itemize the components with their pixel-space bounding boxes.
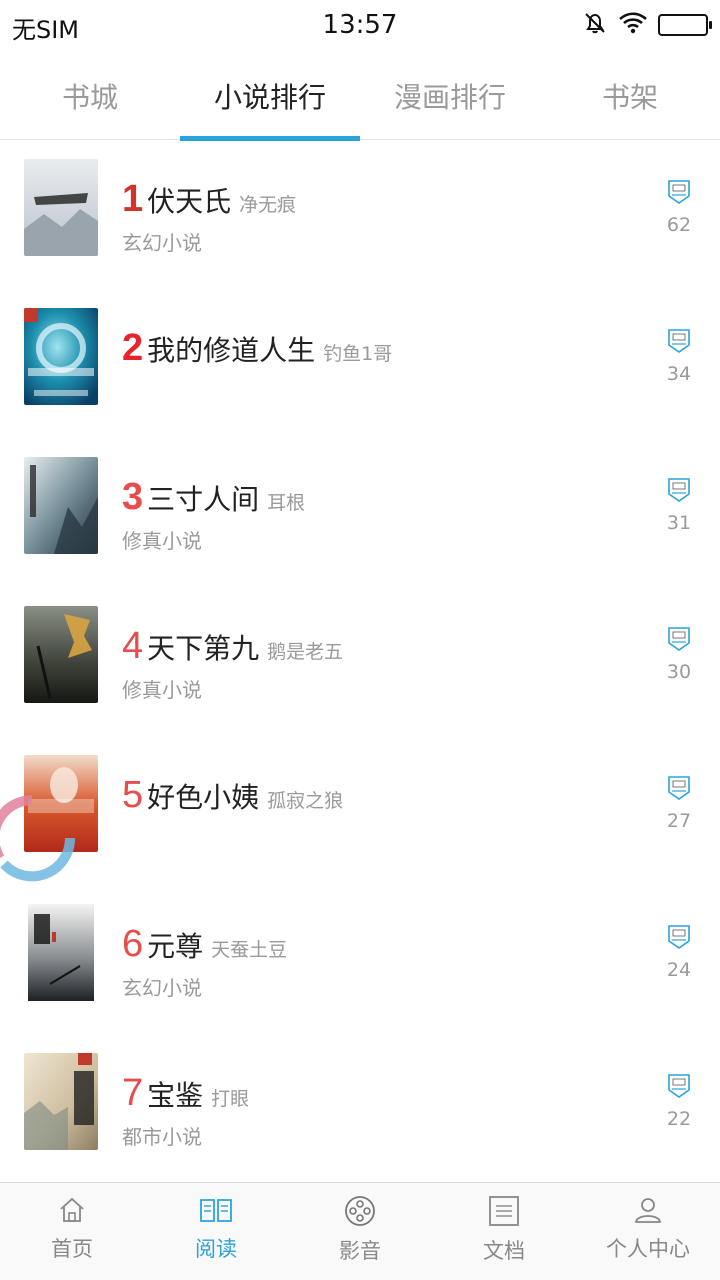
nav-profile[interactable]: 个人中心 bbox=[576, 1183, 720, 1280]
list-item[interactable]: 6 元尊 天蚕土豆 玄幻小说 24 bbox=[0, 885, 720, 1034]
rank-number: 5 bbox=[122, 774, 144, 816]
battery-icon bbox=[658, 14, 712, 36]
floating-ring-button[interactable] bbox=[0, 788, 82, 888]
rank-number: 2 bbox=[122, 327, 144, 369]
book-cover bbox=[24, 159, 98, 256]
ticket-icon bbox=[668, 627, 690, 655]
book-cover bbox=[24, 904, 98, 1001]
user-icon bbox=[633, 1195, 663, 1229]
book-genre: 都市小说 bbox=[122, 1125, 202, 1149]
book-title: 我的修道人生 bbox=[147, 334, 316, 367]
book-cover bbox=[24, 606, 98, 703]
vote-count: 31 bbox=[666, 512, 692, 534]
ticket-icon bbox=[668, 478, 690, 506]
tab-bookstore[interactable]: 书城 bbox=[0, 52, 180, 140]
vote-block[interactable]: 22 bbox=[664, 1074, 694, 1130]
list-item[interactable]: 7 宝鉴 打眼 都市小说 22 bbox=[0, 1034, 720, 1182]
nav-reading[interactable]: 阅读 bbox=[144, 1183, 288, 1280]
nav-label: 阅读 bbox=[195, 1237, 237, 1261]
vote-count: 27 bbox=[666, 810, 692, 832]
status-bar: 无SIM 13:57 bbox=[0, 0, 720, 52]
tab-label: 书城 bbox=[61, 81, 118, 114]
title-line: 5 好色小姨 孤寂之狼 bbox=[122, 774, 343, 817]
tab-novel-ranking[interactable]: 小说排行 bbox=[180, 52, 360, 141]
book-author: 鹅是老五 bbox=[267, 641, 344, 663]
nav-label: 个人中心 bbox=[606, 1237, 690, 1261]
vote-count: 24 bbox=[666, 959, 692, 981]
vote-block[interactable]: 34 bbox=[664, 329, 694, 385]
book-genre: 修真小说 bbox=[122, 529, 202, 553]
ticket-icon bbox=[668, 776, 690, 804]
vote-block[interactable]: 30 bbox=[664, 627, 694, 683]
book-cover bbox=[24, 457, 98, 554]
rank-number: 7 bbox=[122, 1072, 144, 1114]
book-title: 宝鉴 bbox=[147, 1079, 204, 1112]
nav-media[interactable]: 影音 bbox=[288, 1183, 432, 1280]
vote-count: 34 bbox=[666, 363, 692, 385]
vote-count: 30 bbox=[666, 661, 692, 683]
list-item[interactable]: 3 三寸人间 耳根 修真小说 31 bbox=[0, 438, 720, 587]
book-title: 元尊 bbox=[147, 930, 204, 963]
top-tabs: 书城 小说排行 漫画排行 书架 bbox=[0, 52, 720, 141]
list-item[interactable]: 4 天下第九 鹅是老五 修真小说 30 bbox=[0, 587, 720, 736]
wifi-icon bbox=[618, 11, 648, 39]
rank-number: 6 bbox=[122, 923, 144, 965]
tab-label: 漫画排行 bbox=[393, 81, 506, 114]
bottom-nav: 首页 阅读 影音 文档 个人中心 bbox=[0, 1182, 720, 1280]
tab-comic-ranking[interactable]: 漫画排行 bbox=[360, 52, 540, 140]
list-item[interactable]: 2 我的修道人生 钓鱼1哥 34 bbox=[0, 289, 720, 438]
nav-label: 文档 bbox=[483, 1239, 525, 1263]
vote-block[interactable]: 62 bbox=[664, 180, 694, 236]
book-cover bbox=[24, 1053, 98, 1150]
title-line: 4 天下第九 鹅是老五 bbox=[122, 625, 343, 668]
book-cover bbox=[24, 308, 98, 405]
title-line: 7 宝鉴 打眼 bbox=[122, 1072, 249, 1115]
film-reel-icon bbox=[344, 1195, 376, 1231]
title-line: 3 三寸人间 耳根 bbox=[122, 476, 305, 519]
book-title: 天下第九 bbox=[147, 632, 260, 665]
tab-label: 小说排行 bbox=[213, 81, 326, 114]
book-author: 打眼 bbox=[211, 1088, 250, 1110]
rank-number: 4 bbox=[122, 625, 144, 667]
book-genre: 修真小说 bbox=[122, 678, 202, 702]
vote-count: 62 bbox=[666, 214, 692, 236]
book-title: 伏天氏 bbox=[147, 185, 232, 218]
book-author: 净无痕 bbox=[239, 194, 297, 216]
nav-label: 首页 bbox=[51, 1237, 93, 1261]
book-author: 钓鱼1哥 bbox=[323, 343, 393, 365]
vote-block[interactable]: 31 bbox=[664, 478, 694, 534]
nav-documents[interactable]: 文档 bbox=[432, 1183, 576, 1280]
ticket-icon bbox=[668, 329, 690, 357]
nav-home[interactable]: 首页 bbox=[0, 1183, 144, 1280]
book-author: 孤寂之狼 bbox=[267, 790, 344, 812]
nav-label: 影音 bbox=[339, 1239, 381, 1263]
rank-number: 3 bbox=[122, 476, 144, 518]
book-icon bbox=[199, 1195, 233, 1229]
book-title: 三寸人间 bbox=[147, 483, 260, 516]
ticket-icon bbox=[668, 180, 690, 208]
list-item[interactable]: 5 好色小姨 孤寂之狼 27 bbox=[0, 736, 720, 885]
ticket-icon bbox=[668, 1074, 690, 1102]
list-item[interactable]: 1 伏天氏 净无痕 玄幻小说 62 bbox=[0, 140, 720, 289]
tab-bookshelf[interactable]: 书架 bbox=[540, 52, 720, 140]
tab-label: 书架 bbox=[601, 81, 658, 114]
rank-number: 1 bbox=[122, 178, 144, 220]
vote-count: 22 bbox=[666, 1108, 692, 1130]
book-genre: 玄幻小说 bbox=[122, 976, 202, 1000]
vote-block[interactable]: 24 bbox=[664, 925, 694, 981]
title-line: 6 元尊 天蚕土豆 bbox=[122, 923, 287, 966]
status-icons bbox=[582, 10, 712, 40]
mute-bell-icon bbox=[582, 10, 608, 40]
book-title: 好色小姨 bbox=[147, 781, 260, 814]
book-author: 耳根 bbox=[267, 492, 306, 514]
vote-block[interactable]: 27 bbox=[664, 776, 694, 832]
title-line: 1 伏天氏 净无痕 bbox=[122, 178, 296, 221]
book-genre: 玄幻小说 bbox=[122, 231, 202, 255]
document-icon bbox=[488, 1195, 520, 1231]
title-line: 2 我的修道人生 钓鱼1哥 bbox=[122, 327, 392, 370]
book-author: 天蚕土豆 bbox=[211, 939, 288, 961]
home-icon bbox=[57, 1195, 87, 1229]
ranking-list: 1 伏天氏 净无痕 玄幻小说 62 2 我的修道人生 钓鱼1哥 34 3 三寸人… bbox=[0, 140, 720, 1182]
ticket-icon bbox=[668, 925, 690, 953]
